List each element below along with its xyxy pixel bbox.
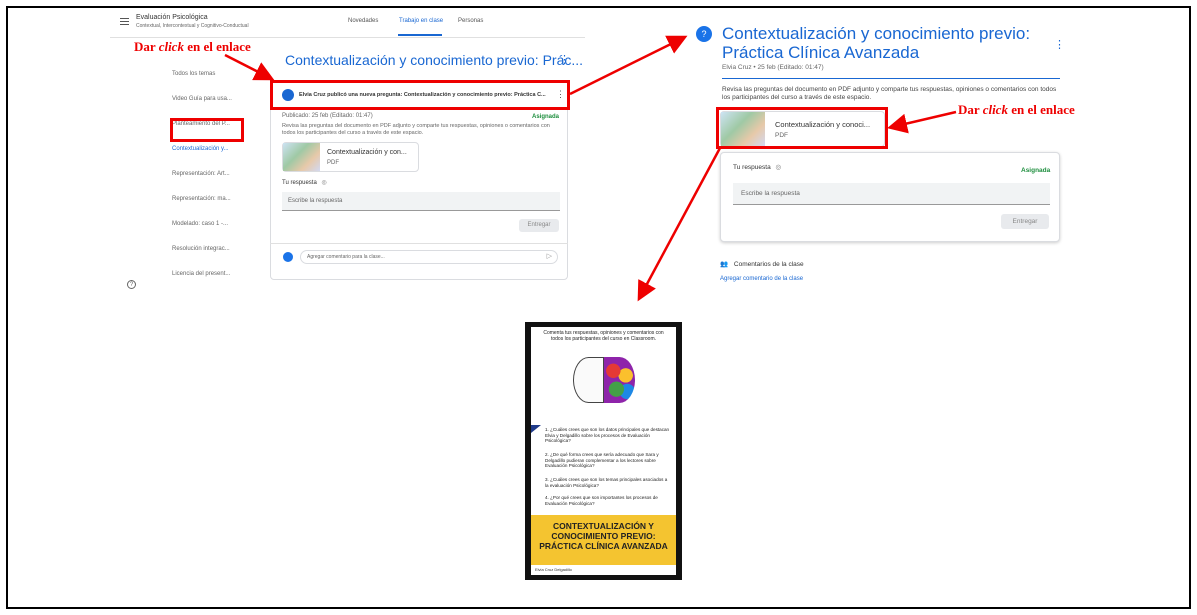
arrow-label-to-post (224, 53, 275, 81)
annotation-arrows (224, 35, 957, 302)
arrow-label-to-attachment (887, 110, 957, 134)
arrow-post-to-detail (569, 35, 688, 96)
arrow-attachment-to-pdf (637, 147, 722, 302)
